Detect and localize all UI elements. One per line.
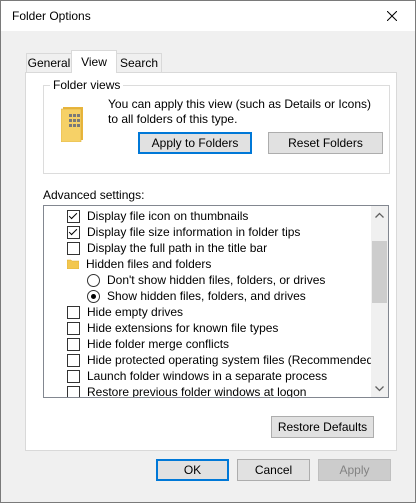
chevron-up-icon (375, 212, 384, 218)
checkbox[interactable] (67, 225, 80, 239)
checkbox[interactable] (67, 241, 80, 255)
setting-label: Hide empty drives (87, 305, 184, 319)
checkbox[interactable] (67, 385, 80, 397)
folder-views-icon (61, 107, 83, 142)
advanced-settings-label: Advanced settings: (43, 188, 145, 202)
reset-folders-button[interactable]: Reset Folders (268, 132, 383, 154)
view-tab-panel: Folder views You can apply this view (su… (25, 72, 397, 451)
close-icon (387, 11, 397, 21)
reset-folders-label: Reset Folders (288, 136, 363, 150)
folder-options-dialog: Folder Options General View Search Folde… (0, 0, 416, 503)
folder-views-description: You can apply this view (such as Details… (108, 97, 372, 126)
restore-defaults-label: Restore Defaults (277, 420, 368, 434)
setting-dont-show-hidden[interactable]: Don't show hidden files, folders, or dri… (87, 272, 325, 288)
cancel-label: Cancel (254, 463, 293, 477)
vertical-scrollbar[interactable] (371, 206, 388, 397)
setting-hide-empty-drives[interactable]: Hide empty drives (67, 304, 183, 320)
chevron-down-icon (375, 385, 384, 391)
setting-display-file-size[interactable]: Display file size information in folder … (67, 224, 300, 240)
setting-label: Display the full path in the title bar (87, 241, 268, 255)
setting-label: Hide folder merge conflicts (87, 337, 230, 351)
setting-label: Hide extensions for known file types (87, 321, 279, 335)
ok-button[interactable]: OK (156, 459, 229, 481)
setting-display-file-icon[interactable]: Display file icon on thumbnails (67, 208, 248, 224)
radio-button[interactable] (87, 289, 100, 303)
setting-hide-extensions[interactable]: Hide extensions for known file types (67, 320, 278, 336)
cancel-button[interactable]: Cancel (237, 459, 310, 481)
tab-general-label: General (27, 56, 71, 70)
ok-label: OK (183, 463, 202, 477)
setting-launch-separate-process[interactable]: Launch folder windows in a separate proc… (67, 368, 327, 384)
checkbox[interactable] (67, 353, 80, 367)
setting-label: Don't show hidden files, folders, or dri… (107, 273, 326, 287)
folder-views-legend: Folder views (50, 78, 124, 92)
tab-search-label: Search (119, 56, 159, 70)
checkbox[interactable] (67, 305, 80, 319)
window-title: Folder Options (12, 9, 91, 23)
apply-label: Apply (339, 463, 370, 477)
checkbox[interactable] (67, 369, 80, 383)
setting-label: Display file size information in folder … (87, 225, 301, 239)
checkbox[interactable] (67, 209, 80, 223)
close-button[interactable] (369, 1, 415, 31)
setting-hidden-files-folder: Hidden files and folders (67, 256, 211, 272)
apply-to-folders-label: Apply to Folders (151, 136, 239, 150)
tab-view[interactable]: View (71, 50, 117, 73)
scrollbar-thumb[interactable] (372, 241, 387, 303)
tab-search[interactable]: Search (116, 53, 162, 72)
setting-label: Launch folder windows in a separate proc… (87, 369, 328, 383)
setting-hide-merge-conflicts[interactable]: Hide folder merge conflicts (67, 336, 229, 352)
setting-restore-previous-windows[interactable]: Restore previous folder windows at logon (67, 384, 307, 398)
setting-label: Show hidden files, folders, and drives (107, 289, 306, 303)
scroll-down-button[interactable] (371, 380, 388, 397)
setting-show-hidden[interactable]: Show hidden files, folders, and drives (87, 288, 306, 304)
setting-display-full-path[interactable]: Display the full path in the title bar (67, 240, 267, 256)
apply-button: Apply (318, 459, 391, 481)
setting-label: Restore previous folder windows at logon (87, 385, 307, 398)
tab-general[interactable]: General (26, 53, 72, 72)
setting-hide-protected-files[interactable]: Hide protected operating system files (R… (67, 352, 377, 368)
checkbox[interactable] (67, 321, 80, 335)
apply-to-folders-button[interactable]: Apply to Folders (138, 132, 252, 154)
radio-button[interactable] (87, 273, 100, 287)
folder-views-group: Folder views You can apply this view (su… (43, 78, 390, 174)
scroll-up-button[interactable] (371, 206, 388, 223)
tab-view-label: View (81, 55, 107, 69)
folder-icon (67, 259, 79, 269)
setting-label: Hide protected operating system files (R… (87, 353, 378, 367)
setting-label: Display file icon on thumbnails (87, 209, 249, 223)
restore-defaults-button[interactable]: Restore Defaults (271, 416, 374, 438)
checkbox[interactable] (67, 337, 80, 351)
setting-label: Hidden files and folders (86, 257, 212, 271)
advanced-settings-list[interactable]: Display file icon on thumbnails Display … (43, 205, 389, 398)
title-bar[interactable]: Folder Options (1, 1, 415, 31)
